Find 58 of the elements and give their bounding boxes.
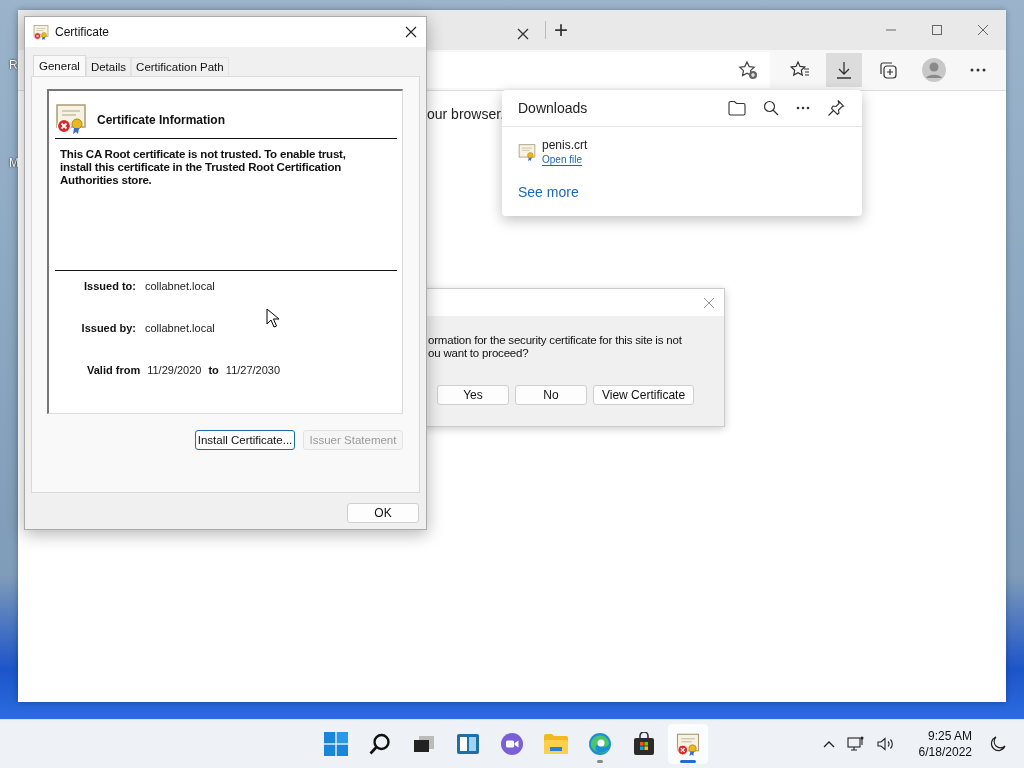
field-label: Valid from [87,364,141,376]
downloads-button[interactable] [826,53,862,87]
more-icon[interactable] [796,106,810,110]
close-icon[interactable] [405,26,417,38]
dialog-button[interactable]: Install Certificate... [195,430,295,450]
message-line: ormation for the security certificate for this site is not [428,334,683,347]
field-value: 11/27/2030 [225,364,281,376]
window-title: Certificate [55,25,110,39]
tab[interactable]: Certification Path [131,57,229,76]
field-label: Issued to: [83,280,136,292]
folder-icon [543,733,569,755]
field-value: 11/29/2020 [147,364,202,376]
search-icon[interactable] [763,100,779,116]
chat-icon [500,732,524,756]
chevron-up-icon[interactable] [822,740,835,748]
field-value: collabnet.local [145,322,215,334]
folder-icon[interactable] [728,100,746,116]
certificate-file-icon [518,143,536,161]
certificate-icon [33,24,49,40]
windows-logo-icon [324,732,348,756]
message-line: ou want to proceed? [428,347,530,360]
dialog-button[interactable]: No [515,385,587,405]
browser-icon [588,732,612,756]
download-icon [834,60,854,80]
pin-icon[interactable] [827,99,845,117]
maximize-icon[interactable] [931,24,943,36]
panel-title: Downloads [518,100,588,116]
new-tab-button[interactable]: + [554,18,568,42]
moon-icon[interactable] [990,736,1006,752]
dialog-button[interactable]: Yes [437,385,509,405]
clock[interactable]: 9:25 AM 6/18/2022 [918,728,972,760]
close-icon[interactable] [517,28,529,40]
trust-message: This CA Root certificate is not trusted. To enable trust, install this certificate in the Trusted Root Certification Authorities store. [60,148,347,187]
page-text: our browser. [427,106,505,122]
open-file-link[interactable]: Open file [542,154,583,166]
certificate-error-icon [55,102,87,134]
collections-icon[interactable] [878,60,898,80]
section-title: Certificate Information [97,113,225,127]
more-icon[interactable] [970,68,986,72]
field-value: collabnet.local [145,280,215,292]
dialog-button[interactable]: View Certificate [593,385,694,405]
network-icon[interactable] [846,736,865,752]
ok-button[interactable]: OK [347,503,419,523]
profile-avatar-icon[interactable] [922,58,946,82]
field-label: Issued by: [80,322,136,334]
tab[interactable]: Details [85,57,132,76]
task-view-icon [413,735,435,753]
tab[interactable]: General [33,55,86,76]
volume-icon[interactable] [876,737,895,751]
file-name: penis.crt [542,138,588,152]
store-bag-icon [632,732,656,756]
certificate-icon [676,732,700,756]
add-favorite-icon[interactable] [738,60,758,80]
see-more-link[interactable]: See more [502,166,595,200]
widgets-icon [456,733,480,755]
field-label: to [208,364,219,376]
mouse-cursor-icon [266,308,279,328]
search-icon [369,733,391,755]
